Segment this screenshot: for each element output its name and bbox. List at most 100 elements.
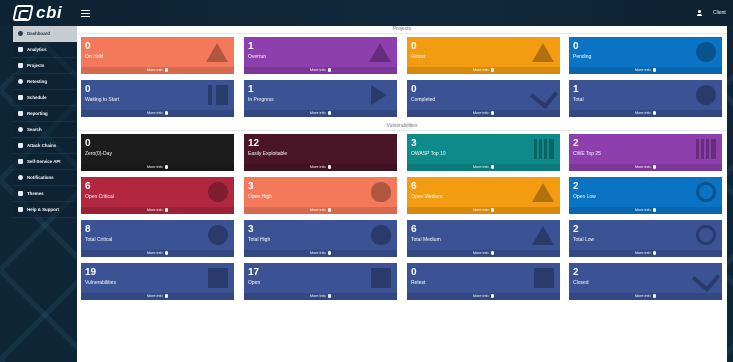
sidebar-item-attack-chains[interactable]: Attack Chains [13, 138, 77, 154]
more-info-link[interactable]: More info [569, 110, 722, 117]
stat-card-open: 17 Open More info [244, 263, 397, 300]
stat-card-retest: 0 Retest More info [407, 263, 560, 300]
stat-label: On Hold [85, 54, 104, 60]
stat-value: 0 [85, 84, 91, 95]
more-info-label: More info [634, 294, 651, 298]
stat-label: Zero(0)-Day [85, 151, 112, 157]
arrow-circle-right-icon [164, 208, 169, 212]
arrow-circle-right-icon [652, 208, 657, 212]
warning-icon [369, 42, 391, 62]
stat-value: 3 [248, 224, 254, 235]
sidebar-item-self-service-api[interactable]: Self-Service API [13, 154, 77, 170]
projects-icon [18, 63, 23, 68]
more-info-link[interactable]: More info [569, 164, 722, 171]
more-info-link[interactable]: More info [244, 67, 397, 74]
more-info-link[interactable]: More info [244, 207, 397, 214]
stat-card-on-hold: 0 On Hold More info [81, 37, 234, 74]
eye-icon [696, 225, 716, 245]
chain-icon [18, 143, 23, 148]
user-menu-label[interactable]: Client [713, 10, 726, 16]
more-info-link[interactable]: More info [407, 110, 560, 117]
more-info-link[interactable]: More info [81, 164, 234, 171]
stat-label: CWE Top 25 [573, 151, 601, 157]
more-info-link[interactable]: More info [569, 250, 722, 257]
logo[interactable]: cbi [12, 3, 62, 22]
more-info-label: More info [309, 208, 326, 212]
stat-label: Overrun [248, 54, 267, 60]
stat-label: Total Critical [85, 237, 113, 243]
stat-label: Open [248, 280, 261, 286]
stat-label: Open Critical [85, 194, 114, 200]
more-info-link[interactable]: More info [81, 207, 234, 214]
stat-label: Total Low [573, 237, 595, 243]
sidebar-item-analytics[interactable]: Analytics [13, 42, 77, 58]
arrow-circle-right-icon [327, 68, 332, 72]
stat-card-open-medium: 6 Open Medium More info [407, 177, 560, 214]
sidebar-item-help-support[interactable]: Help & Support [13, 202, 77, 218]
more-info-link[interactable]: More info [244, 250, 397, 257]
sidebar-item-schedule[interactable]: Schedule [13, 90, 77, 106]
sidebar-item-reporting[interactable]: Reporting [13, 106, 77, 122]
more-info-link[interactable]: More info [569, 293, 722, 300]
more-info-link[interactable]: More info [244, 293, 397, 300]
stat-label: Retest [411, 280, 426, 286]
more-info-label: More info [146, 68, 163, 72]
more-info-label: More info [634, 68, 651, 72]
more-info-link[interactable]: More info [407, 293, 560, 300]
check-icon [691, 263, 721, 293]
more-info-label: More info [146, 208, 163, 212]
arrow-circle-right-icon [327, 111, 332, 115]
more-info-link[interactable]: More info [569, 67, 722, 74]
more-info-link[interactable]: More info [407, 164, 560, 171]
stat-value: 3 [411, 138, 417, 149]
more-info-label: More info [309, 294, 326, 298]
stat-value: 8 [85, 224, 91, 235]
stat-label: Vulnerabilities [85, 280, 116, 286]
stat-card-total: 1 Total More info [569, 80, 722, 117]
menu-toggle-icon[interactable] [81, 10, 90, 17]
more-info-link[interactable]: More info [569, 207, 722, 214]
arrow-circle-right-icon [652, 111, 657, 115]
sidebar-item-search[interactable]: Search [13, 122, 77, 138]
stat-label: Total Medium [411, 237, 441, 243]
stat-card-zero-0-day: 0 Zero(0)-Day More info [81, 134, 234, 171]
arrow-circle-right-icon [490, 294, 495, 298]
stat-value: 2 [573, 224, 579, 235]
more-info-link[interactable]: More info [81, 110, 234, 117]
stat-label: Open Medium [411, 194, 443, 200]
stat-label: Total [573, 97, 584, 103]
more-info-label: More info [472, 68, 489, 72]
stat-card-pending: 0 Pending More info [569, 37, 722, 74]
more-info-link[interactable]: More info [244, 110, 397, 117]
sidebar-item-notifications[interactable]: Notifications [13, 170, 77, 186]
radiation-icon [208, 225, 228, 245]
flame-icon [371, 182, 391, 202]
arrow-circle-right-icon [652, 165, 657, 169]
sidebar-item-retesting[interactable]: Retesting [13, 74, 77, 90]
arrow-circle-right-icon [652, 294, 657, 298]
stat-value: 19 [85, 267, 97, 278]
projects-section-title: Projects [392, 26, 412, 32]
more-info-link[interactable]: More info [81, 293, 234, 300]
stat-card-open-low: 2 Open Low More info [569, 177, 722, 214]
arrow-circle-right-icon [327, 294, 332, 298]
sidebar-item-label: Schedule [27, 95, 47, 100]
arrow-circle-right-icon [327, 251, 332, 255]
sidebar-item-projects[interactable]: Projects [13, 58, 77, 74]
more-info-link[interactable]: More info [81, 67, 234, 74]
stat-card-total-critical: 8 Total Critical More info [81, 220, 234, 257]
radiation-icon [208, 182, 228, 202]
vulnerabilities-section-title: Vulnerabilities [386, 123, 418, 129]
more-info-link[interactable]: More info [407, 207, 560, 214]
stat-label: Open High [248, 194, 272, 200]
sidebar-item-label: Attack Chains [27, 143, 57, 148]
user-icon[interactable] [697, 10, 702, 16]
more-info-link[interactable]: More info [407, 250, 560, 257]
more-info-link[interactable]: More info [407, 67, 560, 74]
stat-card-waiting-to-start: 0 Waiting to Start More info [81, 80, 234, 117]
sidebar-item-themes[interactable]: Themes [13, 186, 77, 202]
more-info-link[interactable]: More info [244, 164, 397, 171]
arrow-circle-right-icon [652, 251, 657, 255]
sidebar-item-dashboard[interactable]: Dashboard [13, 26, 77, 42]
more-info-link[interactable]: More info [81, 250, 234, 257]
